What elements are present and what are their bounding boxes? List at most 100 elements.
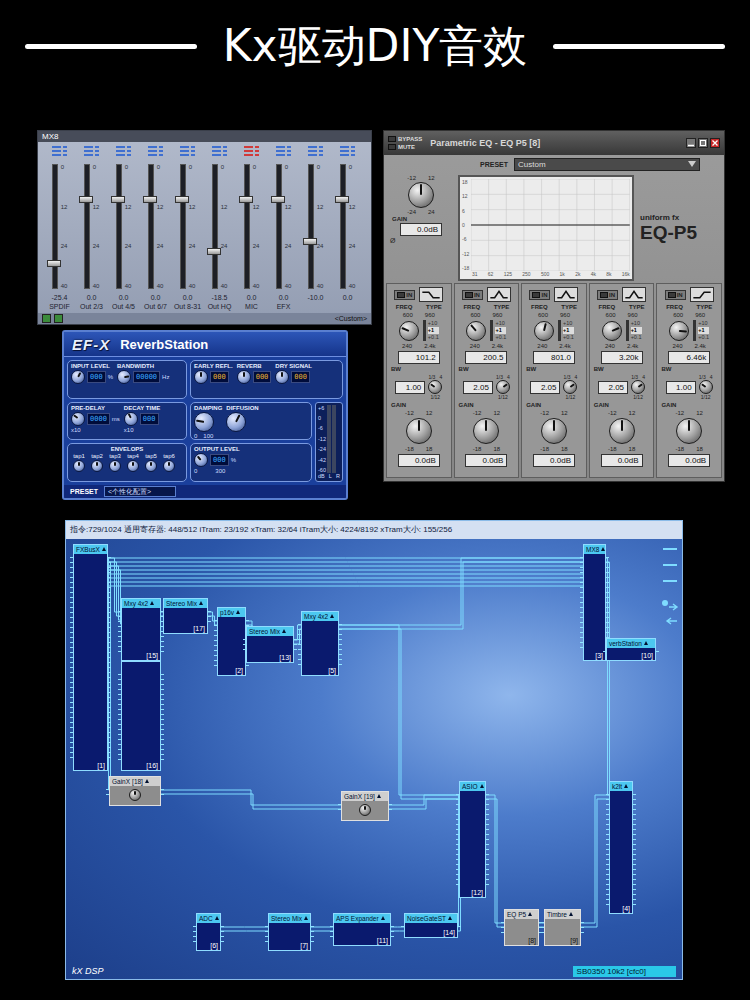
- band-enable[interactable]: IN: [597, 290, 618, 300]
- indicator[interactable]: [116, 146, 131, 148]
- tap-knob[interactable]: [163, 460, 175, 472]
- collapse-icon[interactable]: [199, 601, 203, 605]
- dsp-node[interactable]: [16]: [121, 661, 161, 771]
- arrow-icon[interactable]: [667, 618, 677, 624]
- master-gain-knob[interactable]: [408, 182, 434, 208]
- indicator[interactable]: [148, 146, 163, 148]
- tap-knob[interactable]: [109, 460, 121, 472]
- indicator[interactable]: [84, 150, 99, 152]
- fader-knob[interactable]: [175, 196, 189, 203]
- fader-track[interactable]: [84, 164, 90, 289]
- fader-track[interactable]: [244, 164, 250, 289]
- dsp-node[interactable]: NoiseGateST[14]: [404, 913, 458, 938]
- maximize-icon[interactable]: [698, 138, 708, 148]
- indicator[interactable]: [52, 154, 67, 156]
- collapse-icon[interactable]: [601, 547, 605, 551]
- filter-type-icon[interactable]: [554, 287, 578, 302]
- collapse-icon[interactable]: [569, 912, 573, 916]
- tap-knob[interactable]: [73, 460, 85, 472]
- indicator[interactable]: [308, 150, 323, 152]
- gain-knob[interactable]: [676, 418, 702, 444]
- indicator[interactable]: [244, 150, 259, 152]
- collapse-icon[interactable]: [236, 610, 240, 614]
- dsp-node[interactable]: Stereo Mix[17]: [163, 598, 208, 634]
- preset-dropdown[interactable]: Custom: [514, 158, 700, 171]
- indicator[interactable]: [244, 146, 259, 148]
- tap-knob[interactable]: [127, 460, 139, 472]
- indicator[interactable]: [180, 154, 195, 156]
- bandwidth-knob[interactable]: [699, 380, 713, 394]
- indicator[interactable]: [244, 154, 259, 156]
- gain-knob[interactable]: [473, 418, 499, 444]
- dsp-node[interactable]: APS Expander[11]: [333, 913, 391, 946]
- fader-knob[interactable]: [143, 196, 157, 203]
- dsp-node[interactable]: EQ P5[8]: [504, 909, 539, 946]
- preset-dropdown[interactable]: <个性化配置>: [104, 486, 176, 497]
- fader-knob[interactable]: [303, 238, 317, 245]
- tap-knob[interactable]: [145, 460, 157, 472]
- dsp-node[interactable]: GainX[19]: [341, 791, 389, 821]
- dsp-node[interactable]: MX8[3]: [583, 544, 606, 661]
- dsp-node[interactable]: p16v[2]: [217, 607, 246, 676]
- collapse-icon[interactable]: [304, 916, 308, 920]
- gain-knob[interactable]: [359, 804, 371, 816]
- time-knob[interactable]: [71, 412, 85, 426]
- fader-knob[interactable]: [239, 196, 253, 203]
- collapse-icon[interactable]: [624, 784, 628, 788]
- bandwidth-knob[interactable]: [428, 380, 442, 394]
- dropdown-arrow-icon[interactable]: [688, 161, 696, 167]
- level-knob[interactable]: [117, 370, 131, 384]
- dsp-node[interactable]: Mxy 4x2[5]: [301, 611, 339, 676]
- fader-track[interactable]: [116, 164, 122, 289]
- filter-type-icon[interactable]: [487, 287, 511, 302]
- dsp-node[interactable]: Stereo Mix[13]: [246, 626, 294, 663]
- collapse-icon[interactable]: [377, 794, 381, 798]
- range-switch[interactable]: +10+1+0.1: [558, 320, 574, 341]
- collapse-icon[interactable]: [150, 601, 154, 605]
- level-knob[interactable]: [71, 370, 85, 384]
- collapse-icon[interactable]: [215, 916, 219, 920]
- filter-type-icon[interactable]: [690, 287, 714, 302]
- indicator[interactable]: [84, 154, 99, 156]
- indicator[interactable]: [340, 150, 355, 152]
- band-enable[interactable]: IN: [394, 290, 415, 300]
- gain-knob[interactable]: [129, 789, 141, 801]
- fader-knob[interactable]: [207, 248, 221, 255]
- dsp-node[interactable]: ASIO[12]: [459, 781, 486, 898]
- indicator[interactable]: [180, 146, 195, 148]
- collapse-icon[interactable]: [102, 547, 106, 551]
- indicator[interactable]: [180, 150, 195, 152]
- dsp-node[interactable]: k2lt[4]: [609, 781, 633, 914]
- fader-track[interactable]: [52, 164, 58, 289]
- dsp-node[interactable]: FXBusX[1]: [73, 544, 108, 771]
- indicator[interactable]: [276, 154, 291, 156]
- indicator[interactable]: [116, 154, 131, 156]
- settings-icon[interactable]: [54, 314, 63, 323]
- indicator[interactable]: [276, 146, 291, 148]
- fader-knob[interactable]: [271, 196, 285, 203]
- phase-button[interactable]: Ø: [390, 237, 395, 244]
- dsp-node[interactable]: verbStation[10]: [606, 638, 656, 661]
- dsp-node[interactable]: Stereo Mix[7]: [268, 913, 311, 951]
- tap-knob[interactable]: [91, 460, 103, 472]
- indicator[interactable]: [116, 150, 131, 152]
- collapse-icon[interactable]: [528, 912, 532, 916]
- band-enable[interactable]: IN: [529, 290, 550, 300]
- gain-knob[interactable]: [609, 418, 635, 444]
- bandwidth-knob[interactable]: [631, 380, 645, 394]
- range-switch[interactable]: +10+1+0.1: [626, 320, 642, 341]
- fader-knob[interactable]: [335, 196, 349, 203]
- fader-knob[interactable]: [47, 260, 61, 267]
- close-icon[interactable]: [710, 138, 720, 148]
- collapse-icon[interactable]: [282, 629, 286, 633]
- indicator[interactable]: [212, 150, 227, 152]
- collapse-icon[interactable]: [644, 641, 648, 645]
- fader-track[interactable]: [308, 164, 314, 289]
- fader-knob[interactable]: [111, 196, 125, 203]
- range-switch[interactable]: +10+1+0.1: [423, 320, 439, 341]
- arrow-icon[interactable]: [662, 600, 677, 610]
- indicator[interactable]: [212, 154, 227, 156]
- filter-type-icon[interactable]: [622, 287, 646, 302]
- band-enable[interactable]: IN: [462, 290, 483, 300]
- filter-type-icon[interactable]: [419, 287, 443, 302]
